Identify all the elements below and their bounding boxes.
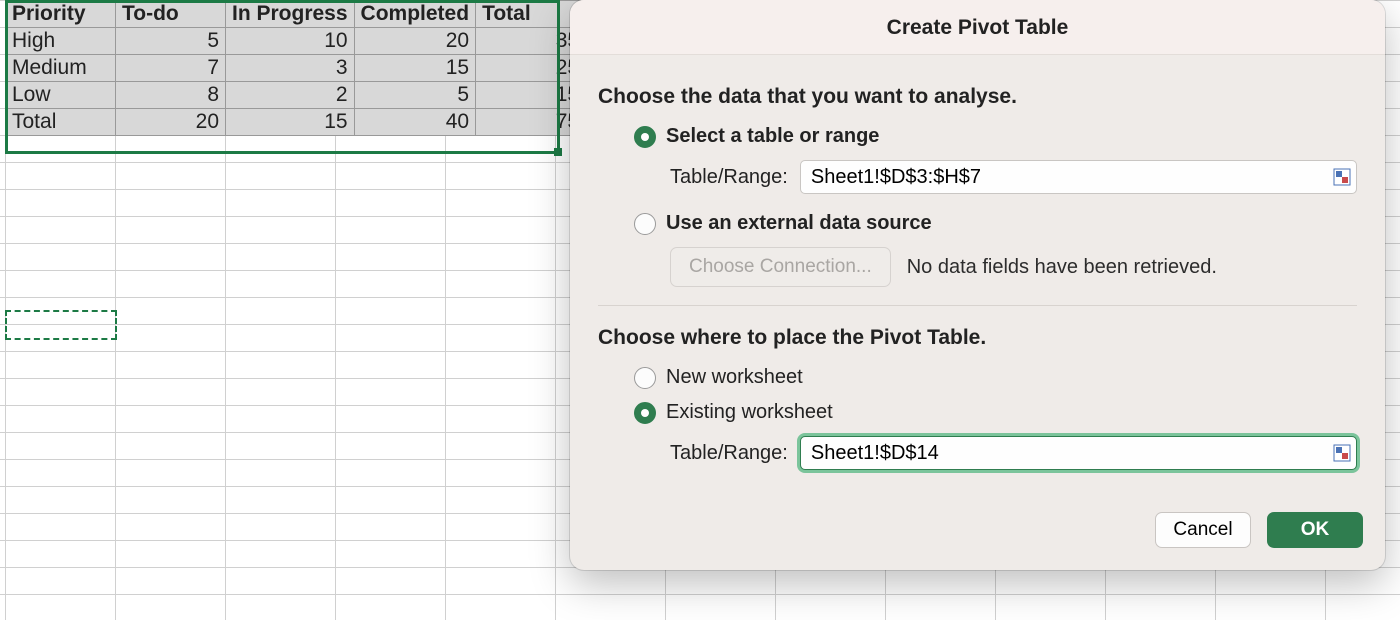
radio-icon[interactable]: [634, 213, 656, 235]
destination-range-input[interactable]: [800, 436, 1357, 470]
ok-button[interactable]: OK: [1267, 512, 1363, 548]
table-row: Total 20 15 40 75: [6, 109, 586, 136]
cancel-button[interactable]: Cancel: [1155, 512, 1251, 548]
no-fields-message: No data fields have been retrieved.: [907, 256, 1217, 279]
section-heading-placement: Choose where to place the Pivot Table.: [598, 326, 1357, 350]
radio-icon[interactable]: [634, 126, 656, 148]
row-label[interactable]: High: [6, 28, 116, 55]
cell[interactable]: 3: [226, 55, 355, 82]
collapse-range-icon[interactable]: [1333, 168, 1351, 186]
row-label[interactable]: Total: [6, 109, 116, 136]
table-header-row: Priority To-do In Progress Completed Tot…: [6, 1, 586, 28]
divider: [598, 305, 1357, 306]
dialog-title: Create Pivot Table: [570, 0, 1385, 55]
radio-icon[interactable]: [634, 367, 656, 389]
radio-option-existing-worksheet[interactable]: Existing worksheet: [634, 401, 1357, 424]
cell[interactable]: 2: [226, 82, 355, 109]
cell[interactable]: 5: [116, 28, 226, 55]
source-range-input[interactable]: [800, 160, 1357, 194]
range-label: Table/Range:: [670, 442, 788, 465]
cell[interactable]: 15: [354, 55, 476, 82]
range-label: Table/Range:: [670, 166, 788, 189]
cell[interactable]: 10: [226, 28, 355, 55]
cell[interactable]: 5: [354, 82, 476, 109]
col-header[interactable]: To-do: [116, 1, 226, 28]
radio-option-external-source[interactable]: Use an external data source: [634, 212, 1357, 235]
table-row: Low 8 2 5 15: [6, 82, 586, 109]
radio-label: Existing worksheet: [666, 401, 833, 424]
row-label[interactable]: Medium: [6, 55, 116, 82]
cell[interactable]: 20: [354, 28, 476, 55]
choose-connection-button: Choose Connection...: [670, 247, 891, 287]
radio-label: Use an external data source: [666, 212, 932, 235]
collapse-range-icon[interactable]: [1333, 444, 1351, 462]
radio-option-new-worksheet[interactable]: New worksheet: [634, 366, 1357, 389]
cell[interactable]: 15: [226, 109, 355, 136]
radio-option-select-range[interactable]: Select a table or range: [634, 125, 1357, 148]
radio-label: New worksheet: [666, 366, 803, 389]
data-table[interactable]: Priority To-do In Progress Completed Tot…: [5, 0, 586, 136]
create-pivot-table-dialog: Create Pivot Table Choose the data that …: [570, 0, 1385, 570]
cell[interactable]: 40: [354, 109, 476, 136]
col-header[interactable]: In Progress: [226, 1, 355, 28]
cell[interactable]: 8: [116, 82, 226, 109]
col-header[interactable]: Priority: [6, 1, 116, 28]
radio-icon[interactable]: [634, 402, 656, 424]
cell[interactable]: 7: [116, 55, 226, 82]
cell[interactable]: 20: [116, 109, 226, 136]
table-row: High 5 10 20 35: [6, 28, 586, 55]
section-heading-source: Choose the data that you want to analyse…: [598, 85, 1357, 109]
radio-label: Select a table or range: [666, 125, 879, 148]
col-header[interactable]: Completed: [354, 1, 476, 28]
table-row: Medium 7 3 15 25: [6, 55, 586, 82]
row-label[interactable]: Low: [6, 82, 116, 109]
